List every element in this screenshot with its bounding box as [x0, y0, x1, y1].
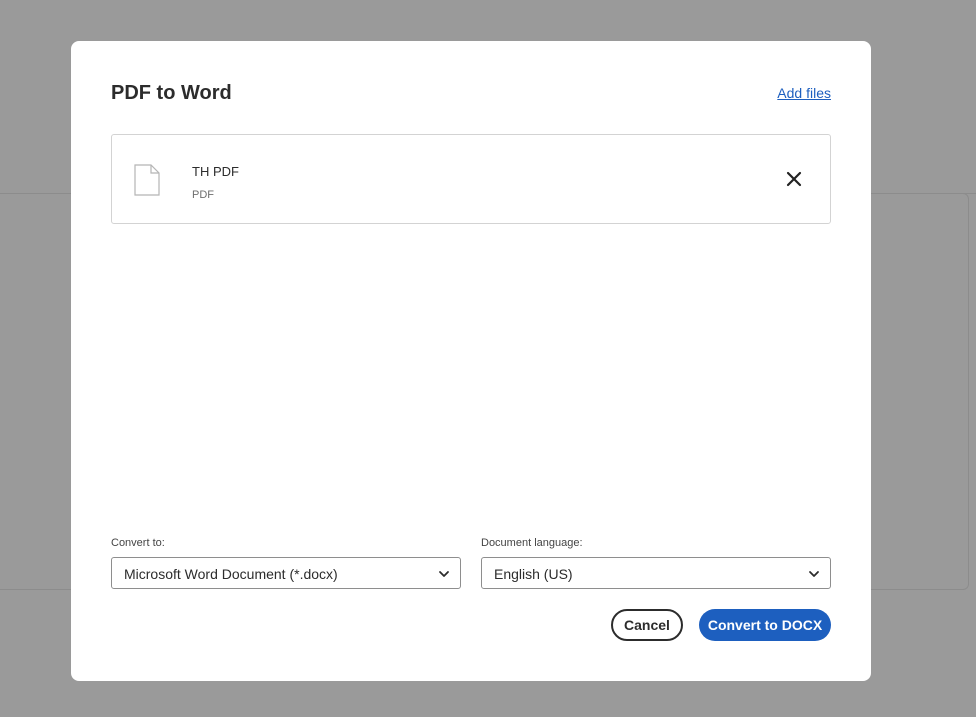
document-language-label: Document language:	[481, 537, 583, 549]
file-type: PDF	[192, 189, 214, 201]
close-icon[interactable]	[784, 169, 804, 189]
file-card: TH PDF PDF	[111, 134, 831, 224]
dialog-title: PDF to Word	[111, 82, 232, 104]
convert-to-label: Convert to:	[111, 537, 165, 549]
add-files-link[interactable]: Add files	[777, 85, 831, 101]
document-language-select[interactable]: English (US)	[481, 557, 831, 589]
chevron-down-icon	[439, 571, 449, 577]
convert-to-select[interactable]: Microsoft Word Document (*.docx)	[111, 557, 461, 589]
convert-to-value: Microsoft Word Document (*.docx)	[124, 566, 338, 582]
file-name: TH PDF	[192, 164, 239, 179]
pdf-to-word-dialog: PDF to Word Add files TH PDF PDF Convert…	[71, 41, 871, 681]
cancel-button[interactable]: Cancel	[611, 609, 683, 641]
document-icon	[134, 164, 160, 196]
convert-button[interactable]: Convert to DOCX	[699, 609, 831, 641]
document-language-value: English (US)	[494, 566, 573, 582]
chevron-down-icon	[809, 571, 819, 577]
